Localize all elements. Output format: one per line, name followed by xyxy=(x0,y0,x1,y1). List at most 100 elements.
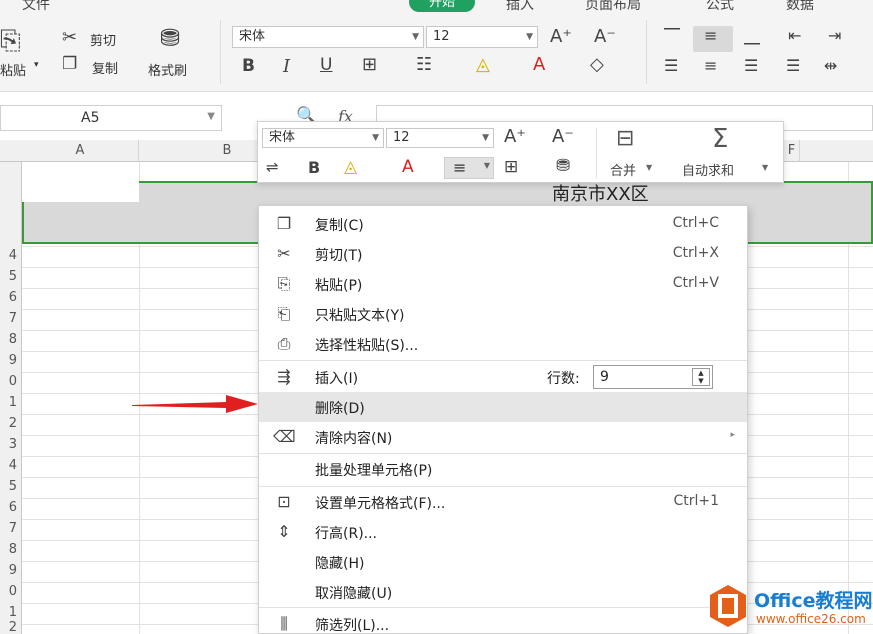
menu-item-unhide[interactable]: 取消隐藏(U) xyxy=(259,577,747,607)
indent-decrease-icon[interactable]: ⇤ xyxy=(788,28,801,44)
bold-icon[interactable]: B xyxy=(242,58,255,75)
autosum-button[interactable]: 自动求和 xyxy=(682,160,734,179)
row-header[interactable]: 6 xyxy=(9,290,17,305)
copy-icon[interactable]: ❐ xyxy=(62,56,77,73)
decrease-font-icon[interactable]: A⁻ xyxy=(552,126,574,147)
chevron-down-icon: ▼ xyxy=(646,163,653,172)
format-painter-icon[interactable]: ⛃ xyxy=(160,26,180,50)
align-middle-icon[interactable]: ≡ xyxy=(704,28,717,44)
wrap-text-icon[interactable]: ⇌ xyxy=(266,158,279,176)
sum-icon[interactable]: Σ xyxy=(712,124,728,154)
justify-icon[interactable]: ☰ xyxy=(786,58,800,74)
tab-formulas[interactable]: 公式 xyxy=(706,0,734,14)
row-header[interactable]: 1 xyxy=(9,395,17,410)
align-button[interactable]: ≡ ▼ xyxy=(444,157,494,179)
paste-icon[interactable]: ⎘ xyxy=(0,28,21,54)
spinner-icon[interactable]: ▲ ▼ xyxy=(692,368,710,386)
align-center-icon[interactable]: ≡ xyxy=(704,58,717,74)
row-header[interactable]: 0 xyxy=(9,584,17,599)
eraser-icon[interactable]: ◇ xyxy=(590,56,604,74)
row-header[interactable]: 8 xyxy=(9,332,17,347)
paste-button[interactable]: 粘贴 xyxy=(0,60,26,79)
column-header-a[interactable]: A xyxy=(22,140,139,162)
menu-item-delete[interactable]: 删除(D) xyxy=(259,392,747,422)
row-header[interactable]: 1 xyxy=(9,605,17,620)
row-header[interactable]: 8 xyxy=(9,542,17,557)
tab-home[interactable]: 开始 xyxy=(409,0,475,12)
mini-font-name-select[interactable]: 宋体 ▼ xyxy=(262,128,384,148)
underline-icon[interactable]: U xyxy=(320,57,332,74)
column-header-f[interactable]: F xyxy=(784,140,800,162)
row-header[interactable]: 2 xyxy=(9,620,17,634)
menu-item-label: 复制(C) xyxy=(315,218,364,234)
menu-item-paste-special[interactable]: ⎙ 选择性粘贴(S)... xyxy=(259,329,747,359)
scissors-icon[interactable]: ✂ xyxy=(62,29,77,47)
bold-icon[interactable]: B xyxy=(308,158,320,177)
fill-color-icon[interactable]: ◬ xyxy=(476,56,490,74)
row-header[interactable]: 9 xyxy=(9,353,17,368)
tab-insert[interactable]: 插入 xyxy=(506,0,534,14)
increase-font-icon[interactable]: A⁺ xyxy=(504,126,526,147)
menu-item-batch-process[interactable]: 批量处理单元格(P) xyxy=(259,454,747,484)
row-header[interactable]: 4 xyxy=(9,458,17,473)
copy-button[interactable]: 复制 xyxy=(92,58,118,77)
indent-increase-icon[interactable]: ⇥ xyxy=(828,28,841,44)
menu-item-insert[interactable]: ⇶ 插入(I) 行数: 9 ▲ ▼ xyxy=(259,362,747,392)
align-bottom-icon[interactable]: ⎽ xyxy=(744,28,760,44)
row-header[interactable]: 9 xyxy=(9,563,17,578)
font-color-icon[interactable]: A xyxy=(533,56,545,74)
menu-item-format-cells[interactable]: ⊡ 设置单元格格式(F)... Ctrl+1 xyxy=(259,487,747,517)
fill-color-icon[interactable]: ◬ xyxy=(344,157,357,177)
distribute-icon[interactable]: ⇹ xyxy=(824,58,837,74)
cut-button[interactable]: 剪切 xyxy=(90,30,116,49)
menu-item-filter-column[interactable]: ⫼ 筛选列(L)... xyxy=(259,609,747,634)
menu-item-hide[interactable]: 隐藏(H) xyxy=(259,547,747,577)
italic-icon[interactable]: I xyxy=(283,58,290,76)
menu-item-label: 粘贴(P) xyxy=(315,278,363,294)
name-box[interactable]: A5 ▼ xyxy=(0,105,222,131)
align-top-icon[interactable]: ⎺ xyxy=(664,28,680,44)
tab-page-layout[interactable]: 页面布局 xyxy=(585,0,641,14)
decrease-font-icon[interactable]: A⁻ xyxy=(594,28,616,46)
row-header[interactable]: 7 xyxy=(9,311,17,326)
menu-item-cut[interactable]: ✂ 剪切(T) Ctrl+X xyxy=(259,239,747,269)
menu-item-label: 清除内容(N) xyxy=(315,431,393,447)
menu-item-paste-text-only[interactable]: ⎗ 只粘贴文本(Y) xyxy=(259,299,747,329)
chevron-down-icon: ▼ xyxy=(412,32,419,42)
row-header[interactable]: 5 xyxy=(9,479,17,494)
row-header[interactable]: 3 xyxy=(9,437,17,452)
menu-item-row-height[interactable]: ⇕ 行高(R)... xyxy=(259,517,747,547)
format-painter-button[interactable]: 格式刷 xyxy=(148,60,187,79)
row-header[interactable]: 7 xyxy=(9,521,17,536)
font-color-icon[interactable]: A xyxy=(402,157,414,177)
merge-button[interactable]: 合并 xyxy=(610,160,636,179)
align-left-icon[interactable]: ☰ xyxy=(664,58,678,74)
row-header[interactable]: 2 xyxy=(9,416,17,431)
row-header[interactable]: 0 xyxy=(9,374,17,389)
align-right-icon[interactable]: ☰ xyxy=(744,58,758,74)
border-icon[interactable]: ⊞ xyxy=(362,56,377,74)
menu-item-copy[interactable]: ❐ 复制(C) Ctrl+C xyxy=(259,209,747,239)
menu-item-shortcut: Ctrl+X xyxy=(672,245,719,261)
row-header[interactable]: 4 xyxy=(9,248,17,263)
active-cell[interactable] xyxy=(22,181,139,202)
border-icon[interactable]: ⊞ xyxy=(504,157,518,177)
increase-font-icon[interactable]: A⁺ xyxy=(550,28,572,46)
cell-style-icon[interactable]: ☷ xyxy=(416,56,432,74)
format-cells-icon: ⊡ xyxy=(277,492,291,511)
tab-file[interactable]: 文件 xyxy=(22,0,50,14)
font-size-select[interactable]: 12 ▼ xyxy=(426,26,538,48)
merge-icon[interactable]: ⊟ xyxy=(616,126,634,151)
rows-count-input[interactable]: 9 ▲ ▼ xyxy=(593,365,713,389)
font-name-select[interactable]: 宋体 ▼ xyxy=(232,26,424,48)
menu-item-label: 只粘贴文本(Y) xyxy=(315,308,405,324)
menu-item-clear-contents[interactable]: ⌫ 清除内容(N) ▸ xyxy=(259,422,747,452)
row-header[interactable]: 5 xyxy=(9,269,17,284)
menu-item-paste[interactable]: ⎘ 粘贴(P) Ctrl+V xyxy=(259,269,747,299)
row-header[interactable]: 6 xyxy=(9,500,17,515)
mini-font-size-select[interactable]: 12 ▼ xyxy=(386,128,494,148)
format-painter-icon[interactable]: ⛃ xyxy=(556,156,570,176)
tab-data[interactable]: 数据 xyxy=(786,0,814,14)
paste-dropdown-icon[interactable]: ▾ xyxy=(34,60,39,70)
watermark: Office教程网 www.office26.com xyxy=(706,582,873,634)
